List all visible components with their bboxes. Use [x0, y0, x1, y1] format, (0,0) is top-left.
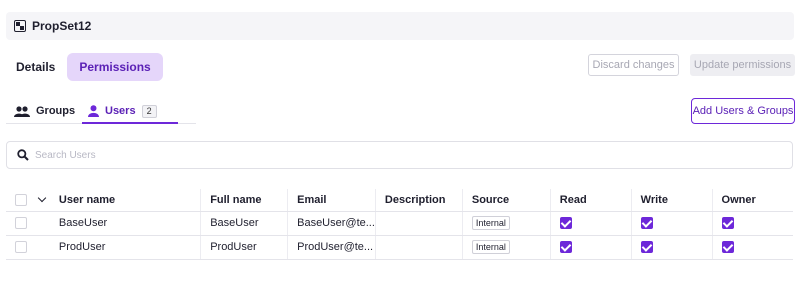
write-checkbox-checked-icon[interactable]: [640, 217, 653, 230]
cell-user-name: BaseUser: [58, 211, 201, 236]
owner-checkbox-checked-icon[interactable]: [721, 241, 734, 254]
owner-checkbox-checked-icon[interactable]: [721, 217, 734, 230]
subtab-groups-label: Groups: [36, 105, 76, 117]
subtab-users[interactable]: Users 2: [88, 100, 157, 122]
header-description[interactable]: Description: [374, 189, 463, 212]
search-box[interactable]: [6, 141, 793, 169]
cell-read: [549, 235, 632, 260]
active-subtab-indicator: [82, 122, 178, 124]
row-select-cell: [6, 211, 59, 236]
cell-write: [630, 235, 713, 260]
header-read[interactable]: Read: [549, 189, 632, 212]
subtab-users-label: Users: [105, 105, 136, 117]
row-select-cell: [6, 235, 59, 260]
tab-details[interactable]: Details: [6, 53, 65, 81]
header-source[interactable]: Source: [461, 189, 551, 212]
select-all-checkbox[interactable]: [15, 193, 27, 206]
subtab-bar: Groups Users 2: [6, 100, 196, 124]
title-bar: PropSet12: [6, 12, 794, 40]
write-checkbox-checked-icon[interactable]: [640, 241, 653, 254]
users-count-badge: 2: [141, 104, 157, 118]
header-owner[interactable]: Owner: [711, 189, 793, 212]
source-badge: Internal: [471, 240, 510, 254]
header-full-name[interactable]: Full name: [200, 189, 288, 212]
cell-read: [549, 211, 632, 236]
groups-icon: [14, 105, 30, 117]
user-icon: [88, 105, 99, 117]
row-checkbox[interactable]: [15, 217, 27, 230]
row-checkbox[interactable]: [15, 241, 27, 254]
header-user-name[interactable]: User name: [58, 189, 201, 212]
cell-owner: [711, 211, 793, 236]
cell-owner: [711, 235, 793, 260]
cell-source: Internal: [461, 211, 551, 236]
header-email[interactable]: Email: [287, 189, 376, 212]
tab-permissions[interactable]: Permissions: [67, 53, 163, 81]
search-input[interactable]: [35, 149, 735, 161]
table-row[interactable]: ProdUser ProdUser ProdUser@te... Interna…: [6, 235, 793, 260]
read-checkbox-checked-icon[interactable]: [559, 217, 572, 230]
header-write[interactable]: Write: [630, 189, 713, 212]
users-table: User name Full name Email Description So…: [6, 189, 793, 260]
source-badge: Internal: [471, 216, 510, 230]
cell-full-name: ProdUser: [200, 235, 288, 260]
cell-write: [630, 211, 713, 236]
cell-full-name: BaseUser: [200, 211, 288, 236]
table-row[interactable]: BaseUser BaseUser BaseUser@te... Interna…: [6, 211, 793, 236]
cell-description: [374, 235, 463, 260]
propset-icon: [14, 20, 26, 32]
cell-email: BaseUser@te...: [287, 211, 376, 236]
table-header-row: User name Full name Email Description So…: [6, 189, 793, 212]
cell-source: Internal: [461, 235, 551, 260]
subtab-groups[interactable]: Groups: [14, 100, 75, 122]
cell-description: [374, 211, 463, 236]
add-users-groups-button[interactable]: Add Users & Groups: [691, 98, 795, 124]
discard-changes-button[interactable]: Discard changes: [588, 54, 679, 76]
search-icon: [17, 149, 29, 161]
update-permissions-button[interactable]: Update permissions: [690, 54, 795, 76]
read-checkbox-checked-icon[interactable]: [559, 241, 572, 254]
select-all-cell: [6, 189, 59, 212]
cell-email: ProdUser@te...: [287, 235, 376, 260]
tab-bar: Details Permissions: [6, 53, 163, 81]
chevron-down-icon[interactable]: [37, 193, 47, 202]
page-title: PropSet12: [32, 19, 92, 33]
cell-user-name: ProdUser: [58, 235, 201, 260]
